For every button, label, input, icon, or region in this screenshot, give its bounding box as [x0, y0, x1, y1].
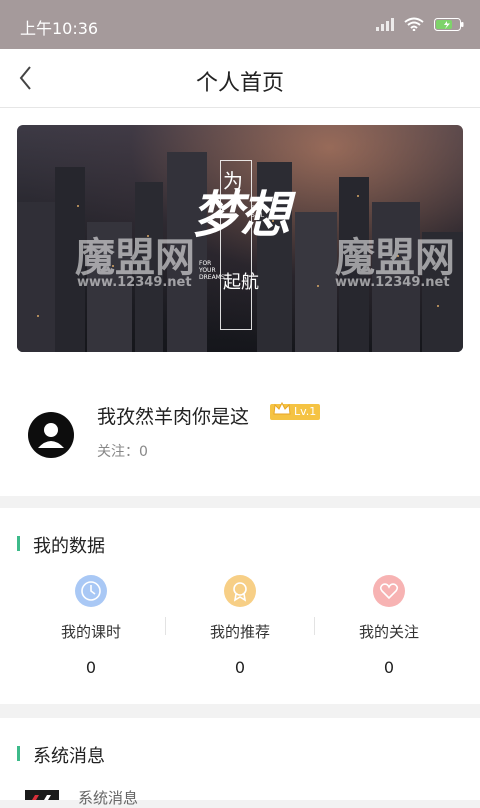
clock-icon [75, 575, 107, 607]
battery-icon [434, 17, 464, 31]
stat-recommend-value: 0 [234, 658, 246, 677]
message-item[interactable]: 系统消息 [78, 787, 138, 808]
wifi-icon [404, 17, 424, 31]
banner-text-mengxiang: 梦想 [192, 185, 290, 244]
banner-english-bottom: FOR YOUR DREAMS [199, 260, 225, 281]
banner-english-top: SET SAIL [251, 205, 265, 219]
stat-hours[interactable]: 我的课时 0 [17, 575, 165, 677]
stat-hours-label: 我的课时 [60, 623, 121, 641]
follow-count: 关注：0 [97, 444, 148, 460]
status-bar: 上午10:36 [0, 0, 480, 49]
system-messages-title: 系统消息 [33, 746, 105, 767]
my-data-title: 我的数据 [33, 536, 105, 557]
message-icon [25, 790, 59, 800]
level-badge: Lv.1 [270, 401, 321, 420]
status-icons [376, 17, 464, 31]
level-text: Lv.1 [294, 405, 317, 418]
nav-bar: 个人首页 [0, 49, 480, 108]
heart-icon [373, 575, 405, 607]
page-title: 个人首页 [195, 71, 284, 96]
medal-icon [224, 575, 256, 607]
stat-follow-value: 0 [383, 658, 395, 677]
banner-image: 为 梦想 起航 SET SAIL FOR YOUR DREAMS 魔盟网 www… [17, 125, 463, 352]
avatar[interactable] [28, 412, 74, 458]
stat-recommend[interactable]: 我的推荐 0 [166, 575, 314, 677]
stat-follow-label: 我的关注 [358, 623, 419, 641]
section-accent-bar [17, 746, 20, 761]
stat-follow[interactable]: 我的关注 0 [315, 575, 463, 677]
user-icon [38, 423, 64, 448]
watermark-url-right: www.12349.net [335, 275, 450, 290]
section-accent-bar [17, 536, 20, 551]
signal-icon [376, 17, 394, 31]
user-name: 我孜然羊肉你是这 [97, 406, 250, 428]
status-time: 上午10:36 [20, 19, 99, 38]
watermark-url-left: www.12349.net [77, 275, 192, 290]
stat-recommend-label: 我的推荐 [209, 623, 270, 641]
stat-hours-value: 0 [85, 658, 97, 677]
banner-text-qihang: 起航 [223, 272, 259, 293]
crown-icon [273, 401, 291, 415]
